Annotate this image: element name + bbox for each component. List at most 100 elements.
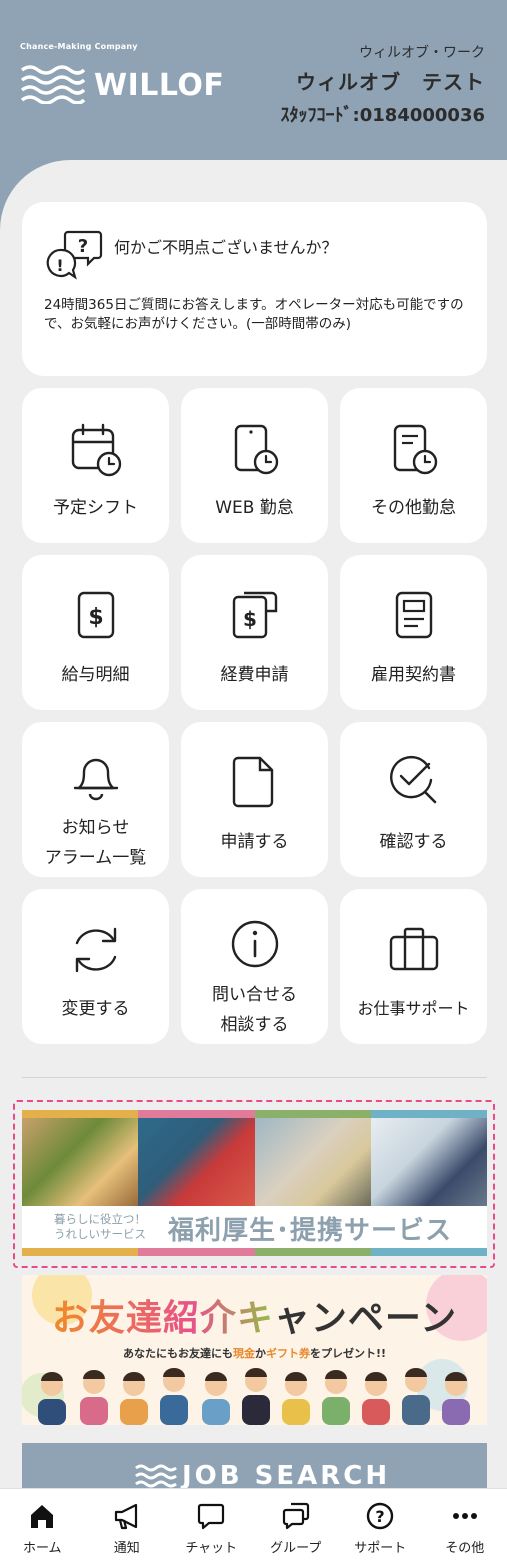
phone-clock-icon (234, 424, 278, 475)
document-clock-icon (393, 424, 437, 475)
menu-tile-work-support[interactable]: お仕事サポート (340, 889, 487, 1044)
menu-tile-change[interactable]: 変更する (22, 889, 169, 1044)
banner-stripe (138, 1248, 255, 1256)
menu-tile-inquiry[interactable]: 問い合せる 相談する (181, 889, 328, 1044)
menu-tile-expense[interactable]: $ 経費申請 (181, 555, 328, 710)
help-description: 24時間365日ご質問にお答えします。オペレーター対応も可能ですので、お気軽にお… (44, 297, 464, 332)
nav-group[interactable]: グループ (254, 1489, 339, 1560)
banner-stripe (22, 1248, 139, 1256)
menu-tile-contract[interactable]: 雇用契約書 (340, 555, 487, 710)
nav-label: 通知 (113, 1541, 140, 1556)
menu-tile-other-attendance[interactable]: その他勤怠 (340, 388, 487, 543)
welfare-subtext-line1: 暮らしに役立つ！ (54, 1212, 146, 1226)
svg-text:?: ? (78, 236, 88, 257)
person-photo (370, 1118, 487, 1206)
check-search-icon (389, 755, 436, 804)
home-icon (31, 1505, 54, 1528)
menu-tile-label: 雇用契約書 (371, 665, 456, 685)
logo-tagline: Chance-Making Company (20, 42, 138, 51)
welfare-subtext-line2: うれしいサービス (54, 1227, 146, 1241)
briefcase-icon (389, 927, 438, 971)
menu-tile-label-line2: 相談する (220, 1015, 289, 1035)
people-illustration (38, 1368, 470, 1425)
help-card[interactable]: ? ! 何かご不明点ございませんか？ 24時間365日ご質問にお答えします。オペ… (22, 202, 487, 376)
svg-text:$: $ (243, 607, 257, 631)
menu-tile-label: その他勤怠 (371, 498, 456, 518)
more-icon (452, 1513, 477, 1519)
banner-stripe (22, 1110, 139, 1118)
car-photo (254, 1118, 371, 1206)
svg-text:$: $ (88, 605, 103, 630)
menu-tile-label: 変更する (61, 999, 130, 1019)
referral-sub-part: か (254, 1347, 266, 1360)
banner-stripe (370, 1110, 487, 1118)
referral-sub-part: あなたにもお友達にも (122, 1347, 233, 1360)
banner-stripe (254, 1248, 371, 1256)
menu-tile-label: お仕事サポート (357, 999, 470, 1018)
gift-photo (138, 1118, 255, 1206)
referral-title: お友達紹介キャンペーン (22, 1289, 487, 1341)
referral-banner[interactable]: お友達紹介キャンペーン あなたにもお友達にも現金かギフト券をプレゼント!! (22, 1275, 487, 1425)
menu-tile-label: お知らせ (61, 818, 130, 838)
referral-sub-part: をプレゼント!! (309, 1347, 387, 1360)
nav-support[interactable]: ? サポート (338, 1489, 423, 1560)
contract-icon (395, 591, 432, 639)
menu-tile-label: 申請する (220, 832, 289, 852)
help-circle-icon: ? (367, 1502, 394, 1530)
referral-title-text: お友達紹介キャンペーン (51, 1298, 458, 1339)
user-name: ウィルオブ テスト (296, 70, 485, 94)
menu-tile-notifications[interactable]: お知らせ アラーム一覧 (22, 722, 169, 877)
nav-label: サポート (354, 1541, 407, 1556)
section-divider (22, 1077, 487, 1078)
nav-more[interactable]: その他 (423, 1489, 507, 1560)
referral-sub-part: 現金 (232, 1347, 255, 1360)
menu-tile-confirm[interactable]: 確認する (340, 722, 487, 877)
nav-label: その他 (445, 1541, 485, 1556)
bottom-navigation: ホーム 通知 チャット グループ ? サポート その他 (0, 1488, 507, 1560)
waves-icon (135, 1464, 177, 1488)
waves-icon (20, 65, 86, 104)
nav-label: グループ (270, 1541, 322, 1556)
menu-tile-web-attendance[interactable]: WEB 勤怠 (181, 388, 328, 543)
nav-label: ホーム (22, 1541, 62, 1556)
bell-icon (73, 758, 118, 801)
file-icon (232, 756, 273, 808)
welfare-subtext: 暮らしに役立つ！ うれしいサービス (40, 1212, 160, 1242)
nav-home[interactable]: ホーム (0, 1489, 85, 1560)
svg-text:?: ? (376, 1507, 385, 1526)
question-chat-icon: ? ! (46, 230, 103, 280)
menu-tile-label: 経費申請 (220, 665, 289, 685)
banner-stripe (254, 1110, 371, 1118)
menu-tile-label: 問い合せる (212, 985, 297, 1005)
banner-stripe (370, 1248, 487, 1256)
willof-logo[interactable]: Chance-Making Company WILLOF (20, 42, 230, 112)
nav-chat[interactable]: チャット (169, 1489, 254, 1560)
menu-tile-label-line2: アラーム一覧 (44, 848, 147, 868)
menu-tile-label: 予定シフト (53, 498, 138, 518)
megaphone-icon (114, 1503, 137, 1530)
menu-tile-apply[interactable]: 申請する (181, 722, 328, 877)
menu-tile-scheduled-shift[interactable]: 予定シフト (22, 388, 169, 543)
svg-text:!: ! (56, 256, 63, 275)
payslip-icon: $ (77, 591, 114, 639)
help-title: 何かご不明点ございませんか？ (114, 238, 338, 257)
menu-tile-label: WEB 勤怠 (215, 498, 294, 518)
referral-subtitle: あなたにもお友達にも現金かギフト券をプレゼント!! (22, 1345, 487, 1361)
logo-wordmark: WILLOF (94, 68, 225, 103)
banner-stripe (138, 1110, 255, 1118)
refresh-icon (75, 927, 116, 973)
company-name: ウィルオブ・ワーク (359, 45, 485, 61)
job-search-title: JOB SEARCH (182, 1461, 391, 1491)
food-photo (22, 1118, 139, 1206)
staff-code: ｽﾀｯﾌｺｰﾄﾞ:0184000036 (280, 105, 485, 126)
group-chat-icon (282, 1502, 309, 1530)
nav-notifications[interactable]: 通知 (85, 1489, 170, 1560)
welfare-banner[interactable]: 暮らしに役立つ！ うれしいサービス 福利厚生･提携サービス (22, 1110, 487, 1256)
referral-sub-part: ギフト券 (265, 1347, 310, 1360)
menu-tile-payslip[interactable]: $ 給与明細 (22, 555, 169, 710)
welfare-title: 福利厚生･提携サービス (168, 1216, 453, 1246)
menu-tile-label: 給与明細 (61, 665, 130, 685)
expense-icon: $ (232, 591, 277, 639)
chat-icon (198, 1503, 225, 1530)
info-icon (231, 920, 278, 968)
